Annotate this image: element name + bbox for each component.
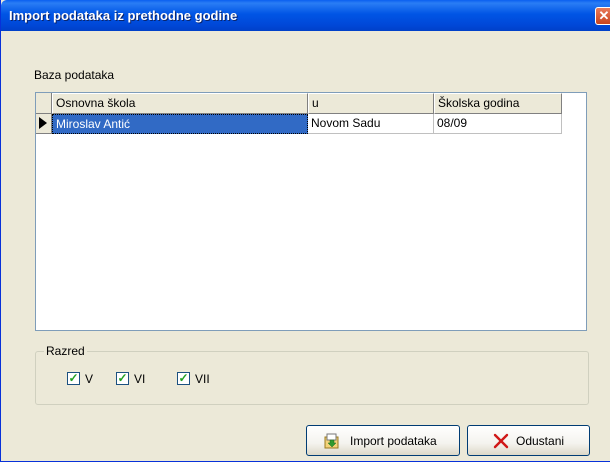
import-button-label: Import podataka bbox=[350, 434, 437, 448]
cancel-button[interactable]: Odustani bbox=[467, 425, 590, 456]
import-dialog: Import podataka iz prethodne godine ✕ Ba… bbox=[0, 0, 610, 462]
checkbox-v-label: V bbox=[85, 372, 94, 386]
grid-corner-cell bbox=[36, 93, 52, 114]
current-row-arrow-icon bbox=[39, 117, 47, 129]
checkbox-v[interactable]: ✓ bbox=[67, 372, 80, 385]
import-icon bbox=[324, 433, 339, 449]
cell-school-year[interactable]: 08/09 bbox=[434, 114, 562, 134]
close-icon: ✕ bbox=[598, 8, 610, 23]
column-header-city[interactable]: u bbox=[308, 93, 434, 114]
window-title: Import podataka iz prethodne godine bbox=[9, 8, 238, 23]
cancel-button-label: Odustani bbox=[516, 434, 565, 448]
checkbox-vii-label: VII bbox=[195, 372, 210, 386]
row-indicator[interactable] bbox=[36, 114, 52, 134]
database-group-label: Baza podataka bbox=[34, 68, 115, 82]
grade-group-label: Razred bbox=[44, 344, 87, 358]
cell-school[interactable]: Miroslav Antić bbox=[52, 114, 308, 134]
title-bar[interactable]: Import podataka iz prethodne godine ✕ bbox=[1, 0, 610, 31]
column-header-school[interactable]: Osnovna škola bbox=[52, 93, 308, 114]
column-header-school-year[interactable]: Školska godina bbox=[434, 93, 562, 114]
checkbox-vii[interactable]: ✓ bbox=[177, 372, 190, 385]
database-grid[interactable]: Osnovna škola u Školska godina Miroslav … bbox=[35, 92, 587, 331]
import-button[interactable]: Import podataka bbox=[306, 425, 460, 456]
cell-city[interactable]: Novom Sadu bbox=[308, 114, 434, 134]
close-button[interactable]: ✕ bbox=[595, 7, 610, 25]
checkbox-vi-label: VI bbox=[134, 372, 146, 386]
checkbox-vi[interactable]: ✓ bbox=[116, 372, 129, 385]
cancel-icon bbox=[493, 433, 509, 449]
